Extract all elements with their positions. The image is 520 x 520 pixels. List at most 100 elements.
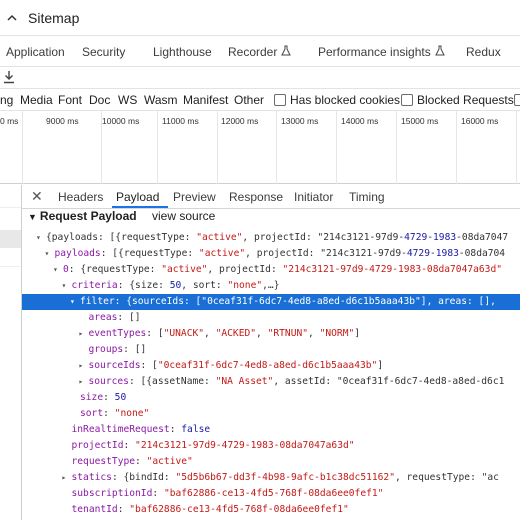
tab-redux[interactable]: Redux [466,45,501,59]
timeline-gridline [157,111,158,184]
selected-request-row[interactable] [0,230,21,248]
expand-down-icon[interactable]: ▾ [70,294,80,310]
filter-ng[interactable]: ng [0,93,13,107]
timeline-gridline [516,111,517,184]
list-row-divider [0,266,21,267]
timeline-gridline [22,111,23,184]
tab-performance-insights[interactable]: Performance insights [318,45,445,59]
filter-manifest[interactable]: Manifest [183,93,228,107]
timeline-gridline [336,111,337,184]
sitemap-title: Sitemap [28,9,80,26]
payload-row-text: sort: "none" [80,408,150,419]
expand-down-icon[interactable]: ▾ [36,230,46,246]
filter-ws[interactable]: WS [118,93,137,107]
tab-lighthouse[interactable]: Lighthouse [153,45,212,59]
detail-tab-headers[interactable]: Headers [58,190,103,204]
timeline-tick-label: 9000 ms [46,116,79,126]
chevron-up-icon[interactable] [0,12,24,24]
timeline-gridline [217,111,218,184]
payload-row-text: 0: {requestType: "active", projectId: "2… [63,264,503,275]
payload-row[interactable]: groups: [] [22,342,520,358]
filter-doc[interactable]: Doc [89,93,110,107]
flask-icon [434,45,445,59]
active-tab-indicator [112,206,168,208]
payload-row[interactable]: size: 50 [22,390,520,406]
network-timeline[interactable]: 0 ms 9000 ms 10000 ms 11000 ms 12000 ms 13000… [0,111,520,184]
payload-row[interactable]: projectId: "214c3121-97d9-4729-1983-08da… [22,438,520,454]
tab-recorder[interactable]: Recorder [228,45,292,59]
payload-row-text: projectId: "214c3121-97d9-4729-1983-08da… [71,440,355,451]
flask-icon [281,45,292,59]
expand-down-icon[interactable]: ▾ [45,246,55,262]
list-row-divider [0,207,21,208]
payload-row[interactable]: tenantId: "baf62886-ce13-4fd5-768f-08da6… [22,502,520,518]
tab-label: Security [82,44,126,59]
view-source-link[interactable]: view source [152,209,215,223]
detail-tab-response[interactable]: Response [229,190,283,204]
tab-label: Application [6,44,65,59]
payload-row[interactable]: ▾ criteria: {size: 50, sort: "none",…} [22,278,520,294]
payload-row[interactable]: sort: "none" [22,406,520,422]
payload-row-text: payloads: [{requestType: "active", proje… [54,248,506,259]
blocked-requests-label: Blocked Requests [417,93,514,107]
payload-row[interactable]: ▾ 0: {requestType: "active", projectId: "… [22,262,520,278]
timeline-gridline [396,111,397,184]
payload-row-text: filter: {sourceIds: ["0ceaf31f-6dc7-4ed8… [80,296,496,307]
has-blocked-cookies-checkbox[interactable] [274,94,286,106]
timeline-tick-label: 16000 ms [461,116,499,126]
payload-row-text: inRealtimeRequest: false [71,424,211,435]
payload-row-text: sources: [{assetName: "NA Asset", assetI… [88,376,505,387]
expand-right-icon[interactable]: ▸ [79,358,89,374]
request-payload-heading[interactable]: ▼ Request Payload [28,209,137,223]
third-party-checkbox[interactable] [514,94,520,106]
detail-tab-payload[interactable]: Payload [116,190,159,204]
timeline-tick-label: 12000 ms [221,116,259,126]
expand-right-icon[interactable]: ▸ [79,326,89,342]
filter-wasm[interactable]: Wasm [144,93,178,107]
payload-row-text: eventTypes: ["UNACK", "ACKED", "RTNUN", … [88,328,361,339]
payload-row[interactable]: requestType: "active" [22,454,520,470]
triangle-down-icon: ▼ [28,212,37,222]
payload-row[interactable]: ▸ sourceIds: ["0ceaf31f-6dc7-4ed8-a8ed-d6… [22,358,520,374]
payload-row-text: size: 50 [80,392,127,403]
payload-row[interactable]: ▸ sources: [{assetName: "NA Asset", asset… [22,374,520,390]
payload-row[interactable]: ▾ {payloads: [{requestType: "active", pro… [22,230,520,246]
detail-tab-initiator[interactable]: Initiator [294,190,333,204]
detail-tab-preview[interactable]: Preview [173,190,216,204]
filter-media[interactable]: Media [20,93,53,107]
payload-row[interactable]: subscriptionId: "baf62886-ce13-4fd5-768f… [22,486,520,502]
has-blocked-cookies-label: Has blocked cookies [290,93,401,107]
payload-row[interactable]: inRealtimeRequest: false [22,422,520,438]
tab-security[interactable]: Security [82,45,125,59]
filter-other[interactable]: Other [234,93,264,107]
payload-row[interactable]: ▸ eventTypes: ["UNACK", "ACKED", "RTNUN",… [22,326,520,342]
payload-row[interactable]: areas: [] [22,310,520,326]
request-type-filters: ng Media Font Doc WS Wasm Manifest Other Has blo… [0,89,520,111]
timeline-tick-label: 11000 ms [162,116,199,126]
timeline-gridline [456,111,457,184]
filter-font[interactable]: Font [58,93,82,107]
blocked-requests-checkbox[interactable] [401,94,413,106]
tab-application[interactable]: Application [6,45,65,59]
request-list[interactable] [0,185,22,520]
download-icon[interactable] [2,70,16,87]
expand-down-icon[interactable]: ▾ [53,262,63,278]
timeline-tick-label: 10000 ms [102,116,140,126]
payload-row-text: requestType: "active" [71,456,193,467]
expand-down-icon[interactable]: ▾ [62,278,72,294]
payload-row[interactable]: ▸ statics: {bindId: "5d5b6b67-dd3f-4b98-9… [22,470,520,486]
payload-view: ▼ Request Payload view source ▾ {payloads:… [22,209,520,520]
payload-row[interactable]: ▾ payloads: [{requestType: "active", proj… [22,246,520,262]
sitemap-header: Sitemap [0,0,520,36]
expand-right-icon[interactable]: ▸ [62,470,72,486]
network-toolbar [0,67,520,89]
request-detail-tabs: ✕ Headers Payload Preview Response Initiator… [22,185,520,209]
payload-row-text: tenantId: "baf62886-ce13-4fd5-768f-08da6… [71,504,349,515]
tab-label: Lighthouse [153,44,212,59]
payload-row-text: statics: {bindId: "5d5b6b67-dd3f-4b98-9a… [71,472,499,483]
payload-row-text: sourceIds: ["0ceaf31f-6dc7-4ed8-a8ed-d6c… [88,360,384,371]
payload-row-selected[interactable]: ▾ filter: {sourceIds: ["0ceaf31f-6dc7-4ed… [22,294,520,310]
close-icon[interactable]: ✕ [31,188,43,205]
expand-right-icon[interactable]: ▸ [79,374,89,390]
detail-tab-timing[interactable]: Timing [349,190,385,204]
